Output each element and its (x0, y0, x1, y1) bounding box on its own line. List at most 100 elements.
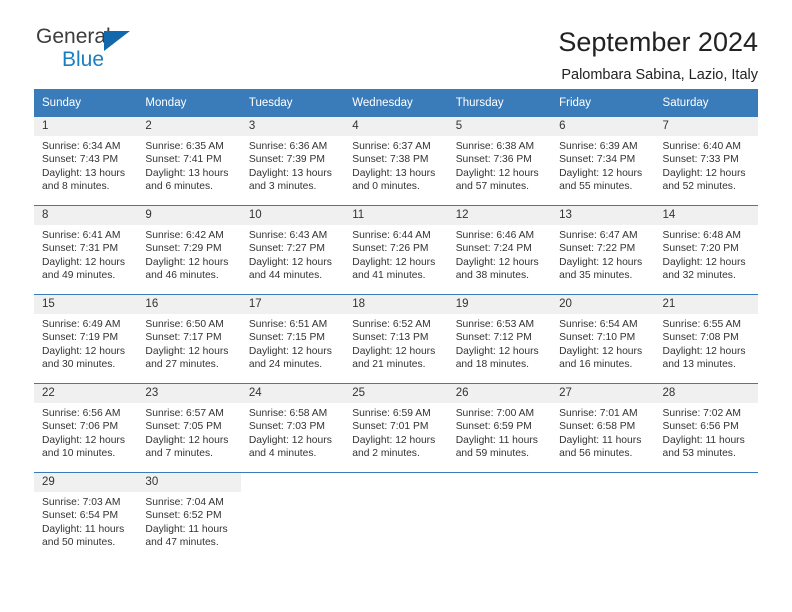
calendar-day-cell[interactable]: 1 Sunrise: 6:34 AM Sunset: 7:43 PM Dayli… (34, 117, 138, 206)
day-number: 7 (654, 117, 758, 136)
daylight-text-line1: Daylight: 13 hours (352, 167, 436, 179)
calendar-day-cell[interactable]: 18 Sunrise: 6:52 AM Sunset: 7:13 PM Dayl… (344, 294, 448, 384)
day-details: Sunrise: 6:51 AM Sunset: 7:15 PM Dayligh… (241, 314, 344, 372)
calendar-day-cell[interactable]: 26 Sunrise: 7:00 AM Sunset: 6:59 PM Dayl… (447, 383, 552, 473)
calendar-day-cell[interactable]: 21 Sunrise: 6:55 AM Sunset: 7:08 PM Dayl… (654, 294, 758, 384)
day-number: 23 (137, 384, 241, 403)
calendar-day-cell[interactable]: 22 Sunrise: 6:56 AM Sunset: 7:06 PM Dayl… (34, 383, 138, 473)
day-number: 8 (34, 206, 138, 225)
day-number: 1 (34, 117, 138, 136)
calendar-day-cell[interactable]: 30 Sunrise: 7:04 AM Sunset: 6:52 PM Dayl… (137, 472, 241, 561)
sunrise-text: Sunrise: 6:53 AM (455, 319, 535, 330)
sunset-text: Sunset: 7:31 PM (42, 243, 119, 255)
calendar-week-row: 22 Sunrise: 6:56 AM Sunset: 7:06 PM Dayl… (34, 383, 758, 473)
day-details: Sunrise: 6:55 AM Sunset: 7:08 PM Dayligh… (655, 314, 758, 372)
calendar-day-cell[interactable]: 8 Sunrise: 6:41 AM Sunset: 7:31 PM Dayli… (34, 205, 138, 295)
calendar-day-cell[interactable]: 23 Sunrise: 6:57 AM Sunset: 7:05 PM Dayl… (137, 383, 241, 473)
calendar-day-cell[interactable]: 2 Sunrise: 6:35 AM Sunset: 7:41 PM Dayli… (137, 117, 241, 206)
sunset-text: Sunset: 6:59 PM (455, 421, 532, 433)
sunset-text: Sunset: 7:06 PM (42, 421, 119, 433)
brand-name-bottom: Blue (62, 48, 105, 71)
calendar-day-cell[interactable]: 12 Sunrise: 6:46 AM Sunset: 7:24 PM Dayl… (447, 205, 552, 295)
day-details: Sunrise: 6:40 AM Sunset: 7:33 PM Dayligh… (655, 136, 758, 194)
day-number: 3 (240, 117, 345, 136)
weekday-header-thursday: Thursday (447, 89, 552, 117)
sunrise-text: Sunrise: 6:52 AM (352, 319, 431, 330)
calendar-day-cell[interactable]: 4 Sunrise: 6:37 AM Sunset: 7:38 PM Dayli… (344, 117, 448, 206)
calendar-day-cell[interactable]: 14 Sunrise: 6:48 AM Sunset: 7:20 PM Dayl… (654, 205, 758, 295)
sunrise-text: Sunrise: 6:51 AM (248, 319, 328, 330)
calendar-day-cell[interactable]: 25 Sunrise: 6:59 AM Sunset: 7:01 PM Dayl… (344, 383, 448, 473)
sunset-text: Sunset: 7:27 PM (248, 243, 325, 255)
calendar-day-cell[interactable]: 28 Sunrise: 7:02 AM Sunset: 6:56 PM Dayl… (654, 383, 758, 473)
daylight-text-line2: and 21 minutes. (352, 359, 426, 371)
daylight-text-line2: and 52 minutes. (662, 181, 736, 193)
calendar-day-cell[interactable]: 3 Sunrise: 6:36 AM Sunset: 7:39 PM Dayli… (240, 117, 345, 206)
day-number: 13 (551, 206, 655, 225)
brand-logo[interactable]: General Blue (34, 26, 156, 74)
daylight-text-line2: and 18 minutes. (455, 359, 529, 371)
calendar-day-cell-empty (240, 472, 345, 561)
day-number: 21 (654, 295, 758, 314)
daylight-text-line1: Daylight: 12 hours (662, 167, 746, 179)
sunrise-text: Sunrise: 6:38 AM (455, 141, 535, 152)
calendar-day-cell[interactable]: 24 Sunrise: 6:58 AM Sunset: 7:03 PM Dayl… (240, 383, 345, 473)
calendar-day-cell[interactable]: 6 Sunrise: 6:39 AM Sunset: 7:34 PM Dayli… (551, 117, 655, 206)
sunset-text: Sunset: 7:24 PM (455, 243, 532, 255)
day-details: Sunrise: 6:57 AM Sunset: 7:05 PM Dayligh… (137, 403, 240, 461)
calendar-day-cell[interactable]: 11 Sunrise: 6:44 AM Sunset: 7:26 PM Dayl… (344, 205, 448, 295)
calendar-day-cell[interactable]: 5 Sunrise: 6:38 AM Sunset: 7:36 PM Dayli… (447, 117, 552, 206)
day-details: Sunrise: 6:52 AM Sunset: 7:13 PM Dayligh… (344, 314, 447, 372)
page-header: General Blue September 2024 Palombara Sa… (0, 0, 792, 84)
daylight-text-line1: Daylight: 12 hours (455, 345, 539, 357)
day-details: Sunrise: 6:43 AM Sunset: 7:27 PM Dayligh… (241, 225, 344, 283)
day-number: 9 (137, 206, 241, 225)
daylight-text-line2: and 56 minutes. (559, 448, 633, 460)
sunrise-text: Sunrise: 6:56 AM (42, 408, 121, 419)
calendar-day-cell[interactable]: 9 Sunrise: 6:42 AM Sunset: 7:29 PM Dayli… (137, 205, 241, 295)
calendar-day-cell[interactable]: 27 Sunrise: 7:01 AM Sunset: 6:58 PM Dayl… (551, 383, 655, 473)
title-block: September 2024 Palombara Sabina, Lazio, … (558, 26, 758, 86)
calendar-week-row: 15 Sunrise: 6:49 AM Sunset: 7:19 PM Dayl… (34, 294, 758, 384)
day-details: Sunrise: 6:39 AM Sunset: 7:34 PM Dayligh… (551, 136, 654, 194)
daylight-text-line2: and 4 minutes. (248, 448, 317, 460)
day-details: Sunrise: 6:59 AM Sunset: 7:01 PM Dayligh… (344, 403, 447, 461)
day-number: 11 (344, 206, 448, 225)
sunrise-text: Sunrise: 6:34 AM (42, 141, 121, 152)
calendar-day-cell[interactable]: 29 Sunrise: 7:03 AM Sunset: 6:54 PM Dayl… (34, 472, 138, 561)
calendar-day-cell[interactable]: 7 Sunrise: 6:40 AM Sunset: 7:33 PM Dayli… (654, 117, 758, 206)
calendar-day-cell[interactable]: 13 Sunrise: 6:47 AM Sunset: 7:22 PM Dayl… (551, 205, 655, 295)
day-details: Sunrise: 6:46 AM Sunset: 7:24 PM Dayligh… (448, 225, 551, 283)
day-number: 29 (34, 473, 138, 492)
sunrise-text: Sunrise: 6:36 AM (248, 141, 328, 152)
day-details: Sunrise: 6:58 AM Sunset: 7:03 PM Dayligh… (241, 403, 344, 461)
sunrise-text: Sunrise: 7:02 AM (662, 408, 741, 419)
daylight-text-line2: and 49 minutes. (42, 270, 116, 282)
daylight-text-line2: and 13 minutes. (662, 359, 736, 371)
calendar-day-cell[interactable]: 20 Sunrise: 6:54 AM Sunset: 7:10 PM Dayl… (551, 294, 655, 384)
sunset-text: Sunset: 7:34 PM (559, 154, 636, 166)
daylight-text-line1: Daylight: 12 hours (145, 434, 229, 446)
calendar-day-cell[interactable]: 10 Sunrise: 6:43 AM Sunset: 7:27 PM Dayl… (240, 205, 345, 295)
sunrise-text: Sunrise: 6:46 AM (455, 230, 535, 241)
daylight-text-line1: Daylight: 12 hours (42, 434, 125, 446)
sunset-text: Sunset: 6:58 PM (559, 421, 636, 433)
daylight-text-line1: Daylight: 12 hours (662, 256, 746, 268)
calendar-day-cell[interactable]: 17 Sunrise: 6:51 AM Sunset: 7:15 PM Dayl… (240, 294, 345, 384)
sunset-text: Sunset: 6:52 PM (145, 510, 222, 522)
day-details: Sunrise: 6:56 AM Sunset: 7:06 PM Dayligh… (34, 403, 137, 461)
calendar-header-row: Sunday Monday Tuesday Wednesday Thursday… (34, 89, 758, 117)
sunrise-text: Sunrise: 7:04 AM (145, 497, 224, 508)
day-details: Sunrise: 7:01 AM Sunset: 6:58 PM Dayligh… (551, 403, 654, 461)
daylight-text-line1: Daylight: 12 hours (42, 256, 125, 268)
day-number: 26 (447, 384, 552, 403)
calendar-day-cell[interactable]: 16 Sunrise: 6:50 AM Sunset: 7:17 PM Dayl… (137, 294, 241, 384)
daylight-text-line1: Daylight: 12 hours (352, 256, 436, 268)
sunset-text: Sunset: 7:36 PM (455, 154, 532, 166)
day-details: Sunrise: 6:35 AM Sunset: 7:41 PM Dayligh… (137, 136, 240, 194)
calendar-grid: Sunday Monday Tuesday Wednesday Thursday… (34, 89, 758, 561)
calendar-day-cell[interactable]: 19 Sunrise: 6:53 AM Sunset: 7:12 PM Dayl… (447, 294, 552, 384)
calendar-day-cell[interactable]: 15 Sunrise: 6:49 AM Sunset: 7:19 PM Dayl… (34, 294, 138, 384)
day-number: 6 (551, 117, 655, 136)
day-number: 22 (34, 384, 138, 403)
